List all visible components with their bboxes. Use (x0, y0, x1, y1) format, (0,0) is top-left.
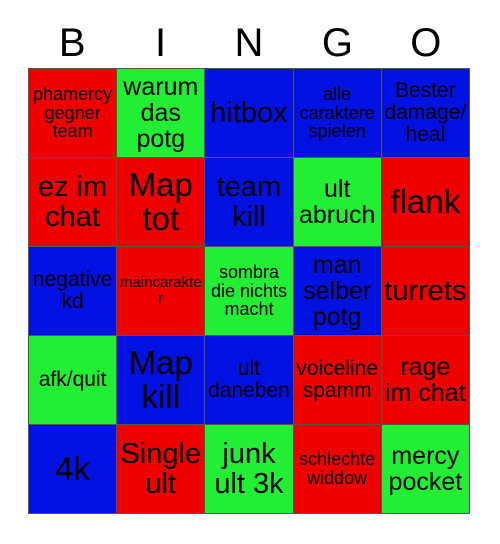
bingo-cell-label: Map tot (128, 165, 193, 237)
bingo-cell[interactable]: Bester damage/ heal (381, 69, 469, 157)
bingo-cell[interactable]: alle caraktere spielen (293, 69, 381, 157)
bingo-cell[interactable]: ez im chat (29, 158, 117, 246)
bingo-cell[interactable]: rage im chat (381, 336, 469, 424)
bingo-cell-label: Bester damage/ heal (384, 79, 467, 146)
bingo-card: B I N G O phamercy gegner team warum das … (0, 0, 500, 544)
bingo-cell[interactable]: afk/quit (29, 336, 117, 424)
bingo-cell-label: negative kd (32, 268, 113, 313)
bingo-cell-label: afk/quit (38, 368, 107, 392)
bingo-cell-label: rage im chat (385, 353, 466, 407)
bingo-cell-label: mercy pocket (388, 442, 463, 496)
bingo-cell[interactable]: Map tot (117, 158, 205, 246)
bingo-cell-label: Single ult (120, 437, 202, 500)
bingo-header-letter-g: G (321, 21, 353, 65)
bingo-cell[interactable]: junk ult 3k (205, 425, 293, 513)
bingo-cell-label: ult daneben (208, 357, 290, 402)
bingo-cell[interactable]: voiceline spamm (293, 336, 381, 424)
bingo-cell-label: junk ult 3k (214, 437, 284, 500)
bingo-cell[interactable]: schlechte widdow (293, 425, 381, 513)
bingo-cell-label: alle caraktere spielen (299, 83, 375, 142)
bingo-cell[interactable]: turrets (381, 247, 469, 335)
bingo-header-letter-i: I (155, 21, 167, 65)
bingo-cell[interactable]: Single ult (117, 425, 205, 513)
bingo-cell-label: sombra die nichts macht (210, 261, 288, 320)
bingo-cell-label: turrets (384, 274, 467, 307)
bingo-cell[interactable]: negative kd (29, 247, 117, 335)
bingo-cell-label: 4k (55, 449, 91, 487)
bingo-header-letter-n: N (234, 21, 264, 65)
bingo-cell[interactable]: mercy pocket (381, 425, 469, 513)
bingo-cell-label: man selber potg (303, 251, 372, 331)
bingo-cell[interactable]: hitbox (205, 69, 293, 157)
bingo-cell-label: schlechte widdow (299, 449, 376, 488)
bingo-cell-label: hitbox (210, 96, 288, 129)
bingo-cell-label: ult abruch (298, 175, 376, 229)
bingo-cell-label: voiceline spamm (296, 357, 379, 402)
bingo-cell[interactable]: phamercy gegner team (29, 69, 117, 157)
bingo-header-letter-o: O (410, 21, 442, 65)
bingo-cell-label: maincarakter (119, 274, 202, 307)
bingo-cell[interactable]: maincarakter (117, 247, 205, 335)
bingo-cell[interactable]: 4k (29, 425, 117, 513)
bingo-cell-label: ez im chat (37, 170, 108, 233)
bingo-cell[interactable]: flank (381, 158, 469, 246)
bingo-cell[interactable]: ult abruch (293, 158, 381, 246)
bingo-grid: phamercy gegner team warum das potg hitbox… (28, 68, 470, 514)
bingo-cell-label: team kill (216, 170, 282, 233)
bingo-header-letter-b: B (58, 21, 86, 65)
bingo-cell[interactable]: man selber potg (293, 247, 381, 335)
bingo-header-row: B I N G O (28, 18, 470, 68)
bingo-cell-label: phamercy gegner team (33, 83, 113, 142)
bingo-cell[interactable]: sombra die nichts macht (205, 247, 293, 335)
bingo-cell-label: warum das potg (123, 73, 199, 153)
bingo-cell-label: flank (390, 182, 461, 220)
bingo-cell[interactable]: warum das potg (117, 69, 205, 157)
bingo-cell-label: Map kill (128, 343, 193, 415)
bingo-cell[interactable]: Map kill (117, 336, 205, 424)
bingo-cell[interactable]: ult daneben (205, 336, 293, 424)
bingo-cell[interactable]: team kill (205, 158, 293, 246)
